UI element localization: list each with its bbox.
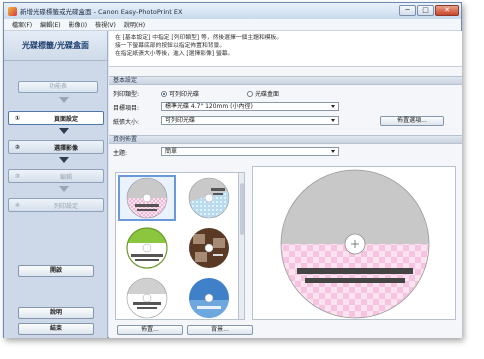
disc-gray-plain-icon — [126, 277, 168, 319]
application-window: 新增光碟標籤或光碟盒面 - Canon Easy-PhotoPrint EX ─… — [3, 2, 462, 338]
maximize-button[interactable]: □ — [417, 5, 434, 16]
menu-button[interactable]: 功能表 — [18, 81, 98, 93]
radio-unchecked-icon — [247, 90, 253, 97]
print-type-label: 列印類型: — [113, 91, 140, 98]
template-thumbnail[interactable] — [118, 275, 176, 319]
paper-size-select[interactable]: 可列印光碟 — [161, 116, 339, 125]
step-number: ③ — [15, 172, 21, 180]
instruction-line: 在指定紙張大小等後，進入 [選擇影像] 螢幕。 — [115, 51, 234, 57]
theme-select[interactable]: 簡單 — [161, 147, 339, 156]
radio-disc-case[interactable]: 光碟盒面 — [247, 89, 279, 98]
minimize-button[interactable]: ─ — [399, 5, 416, 16]
instruction-line: 在 [基本設定] 中指定 [列印類型] 等，然後選擇一個主題和模板。 — [115, 35, 283, 41]
step-print-settings[interactable]: ④ 列印設定 — [8, 198, 104, 212]
select-value: 簡單 — [165, 148, 178, 155]
app-icon — [8, 6, 17, 16]
menu-edit[interactable]: 編輯(E) — [40, 20, 60, 29]
template-thumbnail[interactable] — [118, 175, 176, 221]
radio-printable-disc[interactable]: 可列印光碟 — [161, 89, 199, 98]
step-number: ① — [15, 114, 21, 122]
menu-help[interactable]: 說明(H) — [124, 20, 145, 29]
template-thumbnail[interactable] — [180, 225, 238, 271]
menu-bar: 檔案(F) 編輯(E) 影像(I) 檢視(V) 說明(H) — [4, 19, 461, 31]
sidebar-title: 光碟標籤/光碟盒面 — [4, 31, 107, 61]
disc-green-band-icon — [126, 227, 168, 269]
step-number: ④ — [15, 201, 21, 209]
step-label: 選擇影像 — [53, 144, 78, 152]
step-select-images[interactable]: ② 選擇影像 — [8, 140, 104, 154]
target-item-label: 目標項目: — [113, 105, 140, 112]
radio-label: 可列印光碟 — [169, 91, 200, 98]
scroll-thumb[interactable] — [240, 183, 244, 235]
background-button[interactable]: 背景... — [187, 325, 253, 335]
step-number: ② — [15, 143, 21, 151]
disc-preview-graphic — [280, 169, 430, 319]
step-page-setup[interactable]: ① 頁面設定 — [8, 111, 104, 125]
radio-checked-icon — [161, 90, 167, 97]
instruction-line: 接一下螢幕底部的按鈕以指定佈置和背景。 — [115, 43, 226, 49]
main-panel: 在 [基本設定] 中指定 [列印類型] 等，然後選擇一個主題和模板。 接一下螢幕… — [109, 31, 462, 338]
open-button[interactable]: 開啟 — [18, 265, 94, 277]
step-label: 列印設定 — [53, 202, 78, 210]
radio-label: 光碟盒面 — [255, 91, 280, 98]
step-edit[interactable]: ③ 編輯 — [8, 169, 104, 183]
basic-settings-header: 基本設定 — [109, 76, 462, 85]
menu-view[interactable]: 檢視(V) — [95, 20, 116, 29]
step-label: 頁面設定 — [53, 115, 78, 123]
theme-label: 主題: — [113, 150, 128, 157]
disc-blue-dots-icon — [188, 177, 230, 219]
menu-file[interactable]: 檔案(F) — [12, 20, 32, 29]
exit-button[interactable]: 結束 — [18, 323, 94, 335]
dropdown-arrow-icon — [331, 150, 335, 153]
title-bar: 新增光碟標籤或光碟盒面 - Canon Easy-PhotoPrint EX ─… — [4, 3, 461, 19]
layout-section-header: 資例佈置 — [109, 135, 462, 144]
template-list — [115, 172, 243, 320]
help-button[interactable]: 說明 — [18, 307, 94, 319]
template-thumbnail[interactable] — [180, 275, 238, 319]
window-title: 新增光碟標籤或光碟盒面 - Canon Easy-PhotoPrint EX — [20, 8, 183, 16]
close-button[interactable]: ✕ — [435, 5, 459, 16]
paper-size-label: 紙張大小: — [113, 119, 140, 126]
arrow-down-icon — [59, 157, 69, 163]
arrow-down-icon — [59, 128, 69, 134]
disc-sky-photo-icon — [189, 278, 229, 318]
target-item-select[interactable]: 標準光碟 4.7" 120mm (小內徑) — [161, 102, 339, 111]
template-scrollbar[interactable] — [238, 172, 245, 320]
dropdown-arrow-icon — [331, 119, 335, 122]
select-value: 標準光碟 4.7" 120mm (小內徑) — [165, 103, 253, 110]
template-thumbnail[interactable] — [180, 175, 238, 221]
sidebar: 光碟標籤/光碟盒面 功能表 ① 頁面設定 ② 選擇影像 ③ 編輯 ④ 列印設定 … — [4, 31, 108, 338]
menu-image[interactable]: 影像(I) — [69, 20, 87, 29]
instructions: 在 [基本設定] 中指定 [列印類型] 等，然後選擇一個主題和模板。 接一下螢幕… — [109, 31, 462, 67]
layout-button[interactable]: 佈置... — [117, 325, 183, 335]
disc-pink-check-icon — [126, 177, 168, 219]
disc-brown-photo-icon — [189, 228, 229, 268]
dropdown-arrow-icon — [331, 105, 335, 108]
arrow-down-icon — [59, 97, 69, 103]
arrow-down-icon — [59, 186, 69, 192]
layout-options-button[interactable]: 佈置選項... — [380, 116, 444, 126]
template-thumbnail[interactable] — [118, 225, 176, 271]
step-label: 編輯 — [59, 173, 72, 181]
select-value: 可列印光碟 — [165, 117, 196, 124]
disc-preview — [252, 166, 456, 320]
